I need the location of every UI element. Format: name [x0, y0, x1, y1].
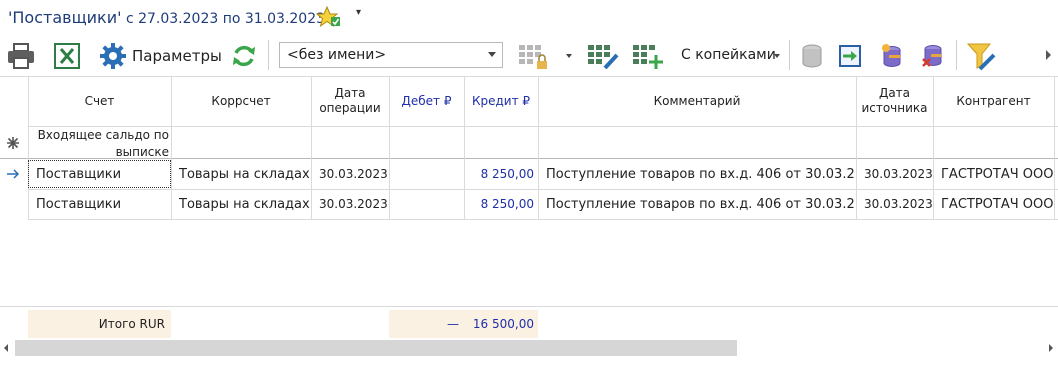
db-import-icon	[839, 45, 861, 67]
data-grid: Счет Коррсчет Дата операции Дебет ₽ Кред…	[0, 76, 1058, 340]
kopecks-toggle[interactable]: С копейками	[681, 47, 776, 63]
new-row-icon	[6, 136, 20, 153]
scroll-thumb[interactable]	[15, 340, 737, 356]
grid-border	[0, 306, 1058, 307]
horizontal-scrollbar[interactable]	[0, 340, 1058, 356]
kopecks-dropdown-icon[interactable]	[774, 54, 780, 58]
grid-add-button[interactable]	[630, 38, 666, 74]
parameters-label[interactable]: Параметры	[132, 47, 222, 65]
print-icon	[8, 43, 34, 69]
cell-focus-rect	[28, 160, 171, 188]
column-header-comment[interactable]: Комментарий	[538, 76, 856, 126]
cell-debit[interactable]	[389, 159, 459, 189]
db-delete-icon	[922, 45, 942, 67]
toolbar-separator	[268, 40, 269, 70]
cell-credit[interactable]: 8 250,00	[464, 159, 534, 189]
grid-settings-dropdown-icon[interactable]	[566, 54, 572, 58]
grid-lock-icon	[519, 45, 547, 69]
footer-total-credit: 16 500,00	[472, 317, 534, 331]
cell-operation-date[interactable]: 30.03.2023	[319, 189, 389, 219]
grid-border	[28, 126, 1058, 127]
star-icon[interactable]	[315, 5, 342, 28]
footer-total-debit: —	[447, 317, 459, 331]
page-title-name: 'Поставщики'	[8, 8, 122, 27]
db-icon	[802, 44, 822, 68]
filter-edit-icon	[966, 43, 996, 71]
page-title: 'Поставщики' с 27.03.2023 по 31.03.2023	[8, 8, 325, 27]
grid-border	[28, 219, 1058, 220]
grid-edit-icon	[588, 45, 619, 70]
db-delete-button[interactable]	[918, 38, 946, 74]
column-header-account[interactable]: Счет	[28, 76, 171, 126]
filter-edit-button[interactable]	[964, 38, 998, 74]
excel-icon	[54, 43, 80, 69]
row-pointer-icon	[6, 168, 20, 183]
db-add-button[interactable]	[878, 38, 906, 74]
cell-corr-account[interactable]: Товары на складах	[179, 189, 310, 219]
cell-counterparty[interactable]: ГАСТРОТАЧ ООО	[941, 159, 1053, 189]
column-header-credit[interactable]: Кредит ₽	[464, 76, 538, 126]
toolbar-scroll-right-icon[interactable]	[1046, 50, 1051, 60]
chevron-down-icon	[488, 52, 496, 57]
cell-counterparty[interactable]: ГАСТРОТАЧ ООО	[941, 189, 1053, 219]
toolbar: Параметры <без имени> С копейками	[0, 36, 1058, 76]
parameters-button[interactable]	[98, 38, 128, 74]
grid-settings-button[interactable]	[516, 38, 552, 74]
print-button[interactable]	[4, 38, 38, 74]
scroll-right-icon[interactable]	[1049, 344, 1053, 352]
db-button[interactable]	[798, 38, 826, 74]
cell-source-date[interactable]: 30.03.2023	[864, 159, 933, 189]
column-header-source-date[interactable]: Дата источника	[856, 76, 933, 126]
cell-account[interactable]: Поставщики	[36, 189, 169, 219]
cell-comment[interactable]: Поступление товаров по вх.д. 406 от 30.0…	[546, 159, 855, 189]
grid-edit-button[interactable]	[585, 38, 621, 74]
cell-corr-account[interactable]: Товары на складах	[179, 159, 310, 189]
db-import-button[interactable]	[836, 38, 864, 74]
toolbar-separator	[956, 40, 957, 70]
cell-credit[interactable]: 8 250,00	[464, 189, 534, 219]
scroll-left-icon[interactable]	[4, 344, 8, 352]
cell-operation-date[interactable]: 30.03.2023	[319, 159, 389, 189]
db-add-icon	[882, 44, 901, 67]
grid-border	[1054, 76, 1055, 220]
export-excel-button[interactable]	[52, 38, 82, 74]
refresh-button[interactable]	[229, 38, 259, 74]
cell-debit[interactable]	[389, 189, 459, 219]
column-header-corr-account[interactable]: Коррсчет	[171, 76, 311, 126]
column-header-operation-date[interactable]: Дата операции	[311, 76, 389, 126]
column-header-counterparty[interactable]: Контрагент	[933, 76, 1054, 126]
view-select-value: <без имени>	[287, 47, 387, 63]
favorites-dropdown-icon[interactable]: ▾	[356, 7, 361, 18]
cell-comment[interactable]: Поступление товаров по вх.д. 406 от 30.0…	[546, 189, 855, 219]
refresh-icon	[233, 45, 255, 67]
toolbar-separator	[789, 40, 790, 70]
gear-icon	[100, 43, 126, 69]
footer-total-label: Итого RUR	[98, 317, 165, 331]
new-row-label[interactable]: Входящее сальдо по выписке	[36, 127, 169, 161]
grid-add-icon	[633, 45, 663, 69]
title-bar: 'Поставщики' с 27.03.2023 по 31.03.2023 …	[0, 0, 1058, 34]
page-title-period: с 27.03.2023 по 31.03.2023	[121, 11, 326, 27]
view-select[interactable]: <без имени>	[279, 42, 503, 68]
column-header-debit[interactable]: Дебет ₽	[389, 76, 464, 126]
cell-source-date[interactable]: 30.03.2023	[864, 189, 933, 219]
